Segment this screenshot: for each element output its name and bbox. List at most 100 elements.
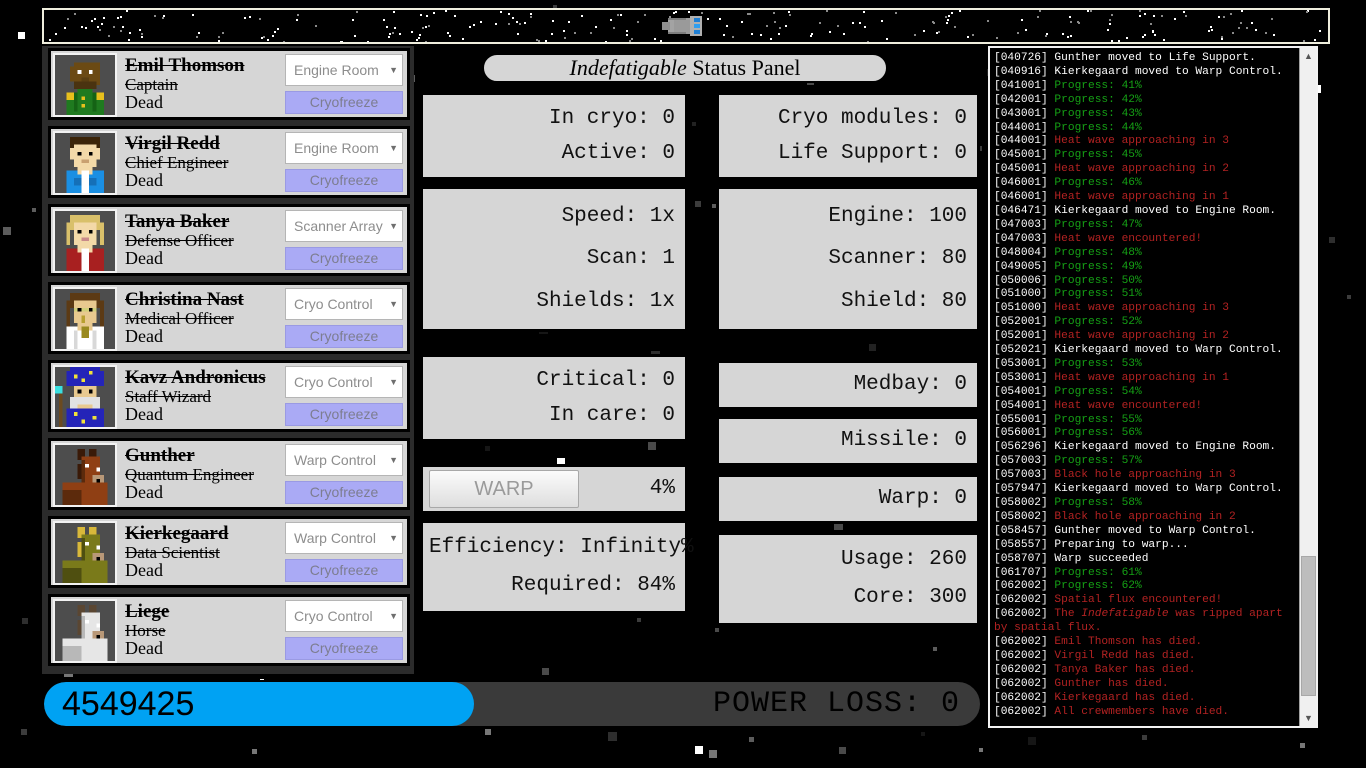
log-line: [057003] Black hole approaching in 3 [994,469,1297,483]
cryofreeze-button[interactable]: Cryofreeze [285,637,403,660]
log-message: Progress: 62% [1047,580,1142,593]
log-timestamp: [051000] [994,288,1048,301]
chevron-down-icon: ▼ [389,533,398,543]
log-line: [062002] The Indefatigable was ripped ap… [994,608,1297,636]
log-timestamp: [048004] [994,246,1048,259]
crew-row[interactable]: Christina Nast Medical Officer Dead Cryo Co… [48,282,410,354]
log-message: Black hole approaching in 3 [1047,469,1236,482]
cryofreeze-button[interactable]: Cryofreeze [285,559,403,582]
crew-row[interactable]: Kierkegaard Data Scientist Dead Warp Contro… [48,516,410,588]
page-title: Indefatigable Status Panel [482,53,888,83]
log-message: Progress: 52% [1047,316,1142,329]
warp-percent: 4% [649,477,675,501]
log-timestamp: [052021] [994,344,1048,357]
event-log-panel: [040726] Gunther moved to Life Support.[… [988,46,1318,728]
cryofreeze-button[interactable]: Cryofreeze [285,91,403,114]
room-select[interactable]: Warp Control ▼ [285,522,403,554]
log-line: [062002] All crewmembers have died. [994,706,1297,720]
log-timestamp: [045001] [994,149,1048,162]
crew-role: Data Scientist [125,542,220,562]
log-message: Progress: 58% [1047,497,1142,509]
room-select[interactable]: Scanner Array ▼ [285,210,403,242]
warp-control-box[interactable]: WARP 4% [420,464,688,514]
stat-speed: Speed: 1x [561,204,675,228]
room-select[interactable]: Warp Control ▼ [285,444,403,476]
score-value: 4549425 [62,684,195,723]
log-timestamp: [045001] [994,163,1048,176]
log-timestamp: [053001] [994,371,1048,384]
log-line: [046001] Progress: 46% [994,177,1297,191]
log-scrollbar[interactable]: ▲ ▼ [1299,48,1316,726]
stat-in-care: In care: 0 [548,403,675,427]
log-timestamp: [050006] [994,274,1048,287]
stat-active: Active: 0 [561,141,675,165]
log-timestamp: [055001] [994,413,1048,426]
event-log-list: [040726] Gunther moved to Life Support.[… [990,48,1299,726]
room-select[interactable]: Cryo Control ▼ [285,366,403,398]
room-select-value: Engine Room [294,140,379,156]
avatar [53,365,117,429]
log-message: Progress: 48% [1047,246,1142,259]
crew-row[interactable]: Liege Horse Dead Cryo Control ▼ Cryofreeze [48,594,410,666]
log-message: Progress: 55% [1047,413,1142,426]
log-timestamp: [058457] [994,524,1048,537]
log-message: Progress: 51% [1047,288,1142,301]
log-line: [045001] Heat wave approaching in 2 [994,163,1297,177]
scrollbar-thumb[interactable] [1301,556,1316,696]
log-message: Progress: 44% [1047,121,1142,134]
crew-info: Gunther Quantum Engineer Dead [117,443,285,505]
game-screen: Emil Thomson Captain Dead Engine Room ▼ Cryof… [0,0,1366,768]
room-select[interactable]: Engine Room ▼ [285,54,403,86]
log-message: Progress: 49% [1047,260,1142,273]
avatar [53,443,117,507]
stat-missile: Missile: 0 [840,429,967,453]
log-message: Kierkegaard moved to Warp Control. [1047,65,1283,78]
cryofreeze-button[interactable]: Cryofreeze [285,325,403,348]
chevron-down-icon: ▼ [389,299,398,309]
log-line: [048004] Progress: 48% [994,247,1297,261]
crew-role: Horse [125,620,166,640]
cryofreeze-button[interactable]: Cryofreeze [285,481,403,504]
health-stats-box: Critical: 0 In care: 0 [420,354,688,442]
log-message: Heat wave encountered! [1047,232,1203,245]
log-line: [057003] Progress: 57% [994,455,1297,469]
log-line: [056001] Progress: 56% [994,427,1297,441]
chevron-down-icon: ▼ [389,221,398,231]
crew-roster-panel[interactable]: Emil Thomson Captain Dead Engine Room ▼ Cryof… [42,46,414,674]
log-message: All crewmembers have died. [1047,705,1229,718]
log-line: [046471] Kierkegaard moved to Engine Roo… [994,205,1297,219]
cryofreeze-button[interactable]: Cryofreeze [285,247,403,270]
warp-button[interactable]: WARP [429,470,579,508]
room-select-value: Warp Control [294,530,376,546]
log-message: Preparing to warp... [1047,538,1189,551]
cryofreeze-button[interactable]: Cryofreeze [285,169,403,192]
room-select[interactable]: Cryo Control ▼ [285,600,403,632]
scroll-down-icon[interactable]: ▼ [1300,710,1317,726]
log-message: Emil Thomson has died. [1047,636,1203,649]
log-line: [058707] Warp succeeded [994,553,1297,567]
cryofreeze-button[interactable]: Cryofreeze [285,403,403,426]
stat-required: Required: 84% [511,574,675,598]
log-message: Virgil Redd has died. [1047,649,1196,662]
missile-box: Missile: 0 [716,416,980,466]
panel-title-rest: Status Panel [686,55,801,80]
log-timestamp: [058707] [994,552,1048,565]
room-select-value: Cryo Control [294,296,373,312]
crew-row[interactable]: Kavz Andronicus Staff Wizard Dead Cryo Cont… [48,360,410,432]
log-line: [058557] Preparing to warp... [994,539,1297,553]
crew-row[interactable]: Gunther Quantum Engineer Dead Warp Control ▼… [48,438,410,510]
log-timestamp: [057003] [994,455,1048,468]
room-select[interactable]: Engine Room ▼ [285,132,403,164]
efficiency-box: Efficiency: Infinity% Required: 84% [420,520,694,614]
log-line: [054001] Heat wave encountered! [994,400,1297,414]
log-line: [062002] Kierkegaard has died. [994,692,1297,706]
log-message: Progress: 42% [1047,93,1142,106]
room-select-value: Scanner Array [294,218,383,234]
crew-row[interactable]: Virgil Redd Chief Engineer Dead Engine Room… [48,126,410,198]
room-select[interactable]: Cryo Control ▼ [285,288,403,320]
crew-row[interactable]: Emil Thomson Captain Dead Engine Room ▼ Cryof… [48,48,410,120]
crew-row[interactable]: Tanya Baker Defense Officer Dead Scanner Ar… [48,204,410,276]
scroll-up-icon[interactable]: ▲ [1300,48,1317,64]
chevron-down-icon: ▼ [389,611,398,621]
log-timestamp: [062002] [994,663,1048,676]
